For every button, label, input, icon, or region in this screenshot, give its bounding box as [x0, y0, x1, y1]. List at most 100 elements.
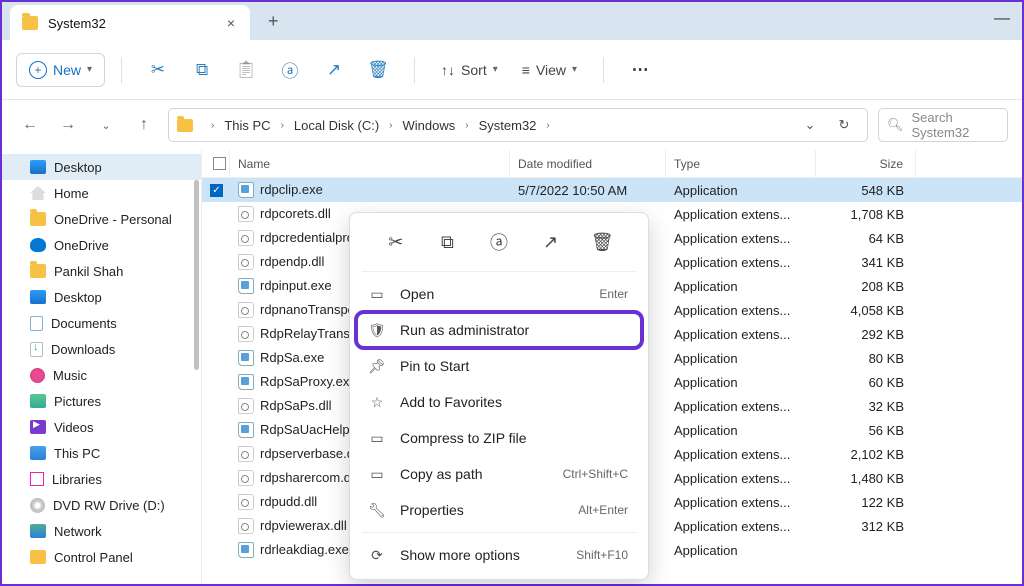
- col-date[interactable]: Date modified: [510, 150, 666, 177]
- folder-icon: [30, 212, 46, 226]
- control-icon: [30, 550, 46, 564]
- ctx-item-label: Open: [400, 286, 434, 302]
- crumb-system32[interactable]: System32: [479, 118, 537, 133]
- paste-icon[interactable]: 📋︎: [226, 50, 266, 90]
- file-date: 5/7/2022 10:50 AM: [510, 183, 666, 198]
- col-type[interactable]: Type: [666, 150, 816, 177]
- context-menu: ✂ ⧉ ⓐ ↗ 🗑︎ ▭OpenEnter🛡Run as administrat…: [349, 212, 649, 580]
- col-checkbox[interactable]: [202, 150, 230, 177]
- sidebar-item-label: Videos: [54, 420, 94, 435]
- sidebar-item-pankil-shah[interactable]: Pankil Shah: [2, 258, 201, 284]
- sidebar-item-onedrive[interactable]: OneDrive: [2, 232, 201, 258]
- sidebar-item-documents[interactable]: Documents: [2, 310, 201, 336]
- sidebar-item-downloads[interactable]: Downloads: [2, 336, 201, 362]
- close-icon[interactable]: ×: [224, 16, 238, 30]
- ctx-compress-to-zip-file[interactable]: ▭Compress to ZIP file: [356, 420, 642, 456]
- share-icon[interactable]: ↗: [314, 50, 354, 90]
- search-input[interactable]: 🔍︎ Search System32: [878, 108, 1008, 142]
- ctx-item-label: Compress to ZIP file: [400, 430, 527, 446]
- new-tab-button[interactable]: +: [268, 11, 279, 32]
- cut-icon[interactable]: ✂: [138, 50, 178, 90]
- sidebar-item-home[interactable]: Home: [2, 180, 201, 206]
- view-icon: ≡: [522, 62, 530, 78]
- dll-icon: [238, 470, 254, 486]
- crumb-thispc[interactable]: This PC: [224, 118, 270, 133]
- ctx-pin-to-start[interactable]: 📌︎Pin to Start: [356, 348, 642, 384]
- refresh-button[interactable]: ↻: [829, 117, 859, 133]
- sidebar: Desktop Home OneDrive - PersonalOneDrivePa…: [2, 150, 202, 584]
- addressbar[interactable]: › This PC › Local Disk (C:) › Windows › …: [168, 108, 868, 142]
- sidebar-item-desktop[interactable]: Desktop: [2, 154, 201, 180]
- shortcut-label: Shift+F10: [576, 548, 628, 562]
- shortcut-label: Enter: [599, 287, 628, 301]
- window-controls: —: [994, 10, 1010, 28]
- folder-icon: [22, 16, 38, 30]
- ctx-run-as-administrator[interactable]: 🛡Run as administrator: [356, 312, 642, 348]
- sidebar-item-control-panel[interactable]: Control Panel: [2, 544, 201, 570]
- sidebar-item-onedrive-personal[interactable]: OneDrive - Personal: [2, 206, 201, 232]
- recent-button[interactable]: ⌄: [92, 111, 120, 139]
- plus-circle-icon: +: [29, 61, 47, 79]
- sidebar-item-label: Music: [53, 368, 87, 383]
- sidebar-item-videos[interactable]: Videos: [2, 414, 201, 440]
- ctx-item-label: Pin to Start: [400, 358, 469, 374]
- file-name: rdpclip.exe: [230, 182, 510, 199]
- chevron-right-icon: ›: [205, 120, 220, 131]
- sidebar-item-libraries[interactable]: Libraries: [2, 466, 201, 492]
- file-size: 80 KB: [816, 351, 916, 366]
- file-size: 2,102 KB: [816, 447, 916, 462]
- file-row[interactable]: ✓ rdpclip.exe 5/7/2022 10:50 AM Applicat…: [202, 178, 1022, 202]
- more-icon[interactable]: ⋯: [620, 50, 660, 90]
- copy-icon[interactable]: ⧉: [430, 225, 464, 259]
- ctx-open[interactable]: ▭OpenEnter: [356, 276, 642, 312]
- new-button[interactable]: + New ▾: [16, 53, 105, 87]
- file-type: Application extens...: [666, 495, 816, 510]
- sidebar-item-label: Libraries: [52, 472, 102, 487]
- ctx-show-more-options[interactable]: ⟳Show more optionsShift+F10: [356, 537, 642, 573]
- back-button[interactable]: ←: [16, 111, 44, 139]
- file-size: 32 KB: [816, 399, 916, 414]
- sidebar-item-label: Home: [54, 186, 89, 201]
- cut-icon[interactable]: ✂: [379, 225, 413, 259]
- desktop-icon: [30, 160, 46, 174]
- sidebar-item-dvd-rw-drive-d-[interactable]: DVD RW Drive (D:): [2, 492, 201, 518]
- sidebar-item-label: Network: [54, 524, 102, 539]
- sidebar-item-music[interactable]: Music: [2, 362, 201, 388]
- rename-icon[interactable]: ⓐ: [482, 225, 516, 259]
- delete-icon[interactable]: 🗑︎: [358, 50, 398, 90]
- col-size[interactable]: Size: [816, 150, 916, 177]
- delete-icon[interactable]: 🗑︎: [585, 225, 619, 259]
- chevron-down-icon: ▾: [572, 64, 577, 75]
- pc-icon: [30, 446, 46, 460]
- crumb-windows[interactable]: Windows: [403, 118, 456, 133]
- sidebar-item-this-pc[interactable]: This PC: [2, 440, 201, 466]
- rename-icon[interactable]: ⓐ: [270, 50, 310, 90]
- chevron-right-icon: ›: [540, 120, 555, 131]
- chevron-down-icon: ▾: [493, 64, 498, 75]
- sort-button[interactable]: ↑↓ Sort ▾: [431, 50, 508, 90]
- sidebar-item-pictures[interactable]: Pictures: [2, 388, 201, 414]
- file-type: Application extens...: [666, 231, 816, 246]
- exe-icon: [238, 374, 254, 390]
- chevron-down-icon[interactable]: ⌄: [795, 117, 825, 133]
- chevron-right-icon: ›: [275, 120, 290, 131]
- crumb-localdisk[interactable]: Local Disk (C:): [294, 118, 379, 133]
- share-icon[interactable]: ↗: [534, 225, 568, 259]
- up-button[interactable]: ↑: [130, 111, 158, 139]
- file-type: Application extens...: [666, 303, 816, 318]
- col-name[interactable]: Name: [230, 150, 510, 177]
- file-size: 64 KB: [816, 231, 916, 246]
- minimize-button[interactable]: —: [994, 10, 1010, 28]
- ctx-copy-as-path[interactable]: ▭Copy as pathCtrl+Shift+C: [356, 456, 642, 492]
- copy-icon[interactable]: ⧉: [182, 50, 222, 90]
- toolbar: + New ▾ ✂ ⧉ 📋︎ ⓐ ↗ 🗑︎ ↑↓ Sort ▾ ≡ View ▾…: [2, 40, 1022, 100]
- view-button[interactable]: ≡ View ▾: [512, 50, 587, 90]
- forward-button[interactable]: →: [54, 111, 82, 139]
- sidebar-item-network[interactable]: Network: [2, 518, 201, 544]
- tab-system32[interactable]: System32 ×: [10, 5, 250, 41]
- sidebar-item-desktop[interactable]: Desktop: [2, 284, 201, 310]
- ctx-add-to-favorites[interactable]: ☆Add to Favorites: [356, 384, 642, 420]
- ctx-properties[interactable]: 🔧︎PropertiesAlt+Enter: [356, 492, 642, 528]
- dll-icon: [238, 254, 254, 270]
- file-type: Application extens...: [666, 207, 816, 222]
